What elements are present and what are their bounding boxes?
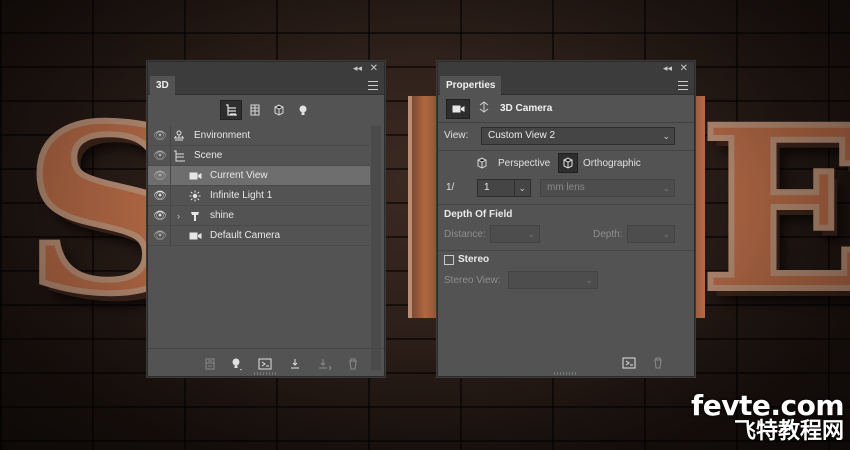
tab-3d[interactable]: 3D: [150, 76, 175, 95]
drop-to-ground-icon[interactable]: [288, 357, 302, 371]
layer-name: Current View: [210, 170, 268, 181]
dof-header-row: Depth Of Field: [438, 201, 694, 223]
letter-fragment: [408, 96, 438, 318]
camera-icon: [188, 229, 202, 243]
lights-icon[interactable]: [292, 100, 314, 120]
view-label: View:: [444, 130, 469, 141]
stereo-checkbox[interactable]: [444, 255, 454, 265]
orthographic-icon[interactable]: [558, 153, 578, 173]
chevron-down-icon: ⌄: [514, 180, 526, 196]
watermark-chinese: 飞特教程网: [733, 419, 844, 444]
depth-input[interactable]: ⌄: [627, 225, 675, 243]
stereo-label[interactable]: Stereo: [458, 254, 489, 265]
tab-properties[interactable]: Properties: [440, 76, 502, 95]
layer-default-camera[interactable]: 👁 Default Camera: [148, 226, 370, 246]
layer-shine[interactable]: 👁 › shine: [148, 206, 370, 226]
watermark-domain: fevte.com: [691, 389, 844, 422]
layer-name: shine: [210, 210, 234, 221]
stereo-view-select[interactable]: ⌄: [508, 271, 598, 289]
fov-value: 1: [484, 182, 490, 193]
add-light-icon[interactable]: [230, 357, 244, 371]
dof-title: Depth Of Field: [444, 209, 513, 220]
chevron-down-icon: ⌄: [662, 131, 670, 141]
view-select-value: Custom View 2: [488, 130, 556, 141]
light-icon: [188, 189, 202, 203]
eye-icon[interactable]: 👁: [153, 169, 167, 183]
panel-titlebar[interactable]: ◂◂ ✕: [438, 62, 694, 76]
stereo-view-label: Stereo View:: [444, 275, 501, 286]
whole-scene-icon[interactable]: [220, 100, 242, 120]
layer-list: 👁 Environment 👁 Scene 👁 Current View 👁 I…: [148, 126, 370, 246]
distance-label: Distance:: [444, 229, 486, 240]
panel-menu-icon[interactable]: [368, 81, 378, 90]
stereo-row: Stereo: [438, 247, 694, 269]
fov-row: 1/ 1 ⌄ mm lens ⌄: [438, 177, 694, 201]
properties-title: 3D Camera: [500, 103, 553, 114]
layer-name: Scene: [194, 150, 223, 161]
scrollbar[interactable]: [371, 126, 381, 370]
chevron-down-icon: ⌄: [527, 229, 535, 239]
delete-icon[interactable]: [651, 356, 665, 370]
move-to-ground-icon[interactable]: [318, 357, 332, 371]
properties-panel: ◂◂ ✕ Properties 3D Camera View: Custom V…: [437, 61, 695, 377]
projection-row: Perspective Orthographic: [438, 149, 694, 177]
camera-tab-icon[interactable]: [446, 99, 470, 119]
resize-grip[interactable]: [254, 372, 278, 375]
3d-panel: ◂◂ ✕ 3D 👁 Environment 👁 Scene 👁 Current …: [147, 61, 385, 377]
tab-bar: 3D: [148, 76, 384, 95]
close-icon[interactable]: ✕: [370, 63, 378, 74]
add-constraint-icon[interactable]: [258, 357, 272, 371]
collapse-icon[interactable]: ◂◂: [353, 63, 362, 74]
lens-select[interactable]: mm lens ⌄: [540, 179, 675, 197]
eye-icon[interactable]: 👁: [153, 149, 167, 163]
view-row: View: Custom View 2 ⌄: [438, 123, 694, 149]
stereo-view-row: Stereo View: ⌄: [438, 269, 694, 293]
filter-row: [148, 95, 384, 125]
distance-input[interactable]: ⌄: [490, 225, 540, 243]
depth-label: Depth:: [593, 229, 623, 240]
tab-bar: Properties: [438, 76, 694, 95]
scene-icon: [172, 149, 186, 163]
dof-row: Distance: ⌄ Depth: ⌄: [438, 223, 694, 247]
mesh-icon: [188, 209, 202, 223]
collapse-icon[interactable]: ◂◂: [663, 63, 672, 74]
meshes-icon[interactable]: [244, 100, 266, 120]
panel-titlebar[interactable]: ◂◂ ✕: [148, 62, 384, 76]
fov-select[interactable]: 1 ⌄: [477, 179, 531, 197]
camera-icon: [188, 169, 202, 183]
layer-name: Default Camera: [210, 230, 281, 241]
layer-environment[interactable]: 👁 Environment: [148, 126, 370, 146]
perspective-label[interactable]: Perspective: [498, 158, 550, 169]
close-icon[interactable]: ✕: [680, 63, 688, 74]
properties-header: 3D Camera: [438, 95, 694, 123]
layer-infinite-light[interactable]: 👁 Infinite Light 1: [148, 186, 370, 206]
watermark: fevte.com 飞特教程网: [691, 392, 844, 444]
view-select[interactable]: Custom View 2 ⌄: [481, 127, 675, 145]
eye-icon[interactable]: 👁: [153, 209, 167, 223]
letter-fragment-right: [695, 96, 705, 318]
layer-scene[interactable]: 👁 Scene: [148, 146, 370, 166]
render-icon[interactable]: [622, 356, 636, 370]
environment-icon: [172, 129, 186, 143]
chevron-down-icon: ⌄: [585, 275, 593, 285]
eye-icon[interactable]: 👁: [153, 189, 167, 203]
layer-current-view[interactable]: 👁 Current View: [148, 166, 370, 186]
expand-chevron-icon[interactable]: ›: [177, 211, 180, 221]
coordinates-icon[interactable]: [478, 101, 490, 116]
chevron-down-icon: ⌄: [662, 183, 670, 193]
eye-icon[interactable]: 👁: [153, 129, 167, 143]
lens-value: mm lens: [547, 182, 585, 193]
chevron-down-icon: ⌄: [662, 229, 670, 239]
orthographic-label[interactable]: Orthographic: [583, 158, 641, 169]
layer-name: Environment: [194, 130, 251, 141]
layer-name: Infinite Light 1: [210, 190, 273, 201]
materials-icon[interactable]: [268, 100, 290, 120]
perspective-icon[interactable]: [473, 154, 491, 172]
panel-menu-icon[interactable]: [678, 81, 688, 90]
render-icon[interactable]: [203, 357, 217, 371]
fov-prefix: 1/: [446, 182, 455, 193]
resize-grip[interactable]: [554, 372, 578, 375]
eye-icon[interactable]: 👁: [153, 229, 167, 243]
delete-icon[interactable]: [346, 357, 360, 371]
